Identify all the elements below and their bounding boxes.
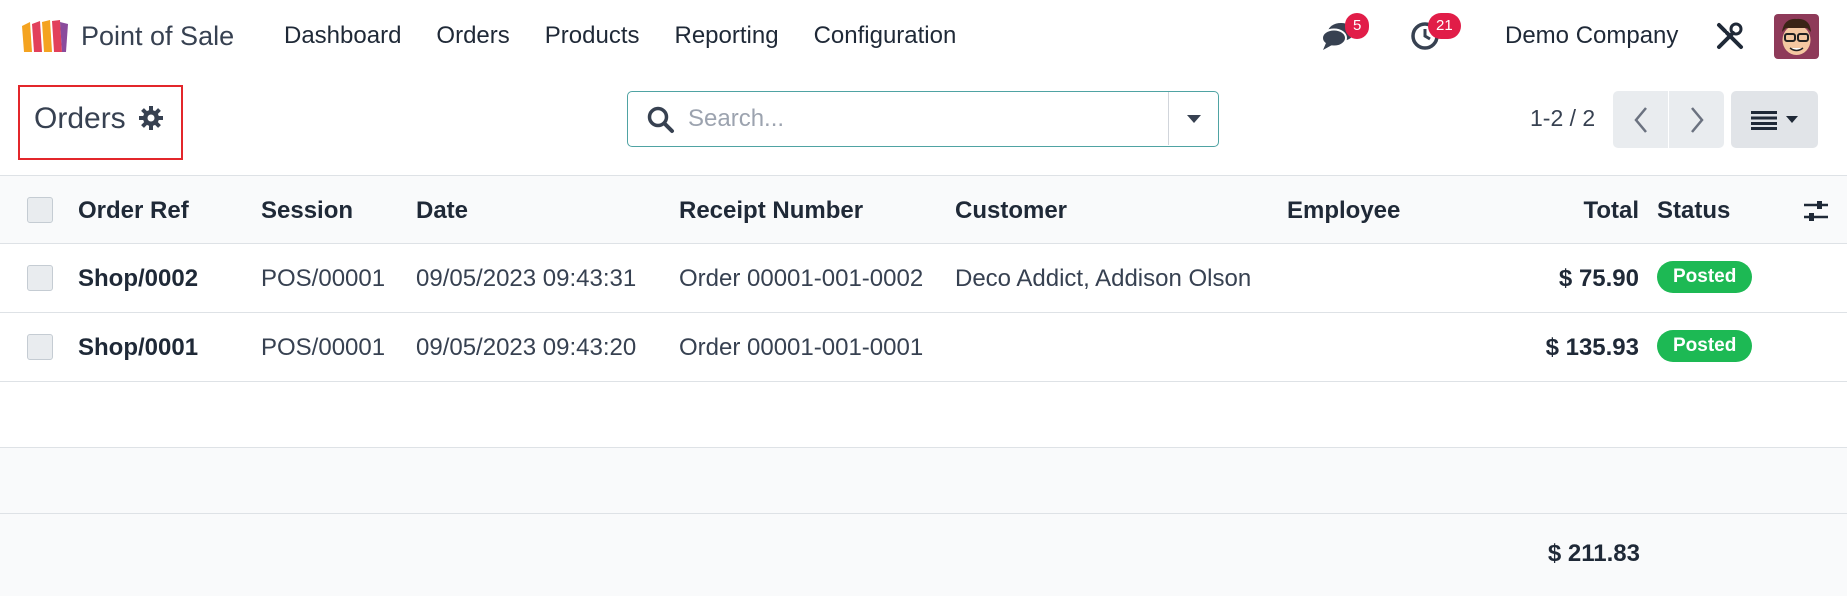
caret-down-icon bbox=[1785, 116, 1798, 123]
pager-previous-button[interactable] bbox=[1613, 91, 1668, 148]
cell-customer: Deco Addict, Addison Olson bbox=[955, 265, 1252, 292]
search-input[interactable] bbox=[688, 102, 1148, 136]
cell-total: $ 135.93 bbox=[1545, 334, 1639, 361]
main-menu: Dashboard Orders Products Reporting Conf… bbox=[284, 18, 991, 54]
menu-item-dashboard[interactable]: Dashboard bbox=[284, 18, 401, 54]
column-header-date[interactable]: Date bbox=[416, 196, 468, 226]
select-all-checkbox[interactable] bbox=[27, 197, 53, 223]
pager-value[interactable]: 1-2 / 2 bbox=[1530, 103, 1595, 133]
table-footer: $ 211.83 bbox=[0, 514, 1847, 596]
messages-badge: 5 bbox=[1345, 13, 1370, 39]
menu-item-reporting[interactable]: Reporting bbox=[675, 18, 779, 54]
column-header-receipt-number[interactable]: Receipt Number bbox=[679, 196, 863, 226]
table-row[interactable]: Shop/0001 POS/00001 09/05/2023 09:43:20 … bbox=[0, 313, 1847, 382]
list-view-icon bbox=[1750, 110, 1777, 130]
row-checkbox[interactable] bbox=[27, 265, 53, 291]
column-header-customer[interactable]: Customer bbox=[955, 196, 1067, 226]
cell-order-ref: Shop/0001 bbox=[78, 334, 199, 361]
gear-icon[interactable] bbox=[138, 105, 164, 131]
activities-badge: 21 bbox=[1428, 13, 1461, 39]
column-header-status[interactable]: Status bbox=[1657, 196, 1730, 226]
cell-date: 09/05/2023 09:43:20 bbox=[416, 334, 637, 361]
search-bar bbox=[627, 91, 1219, 147]
cell-order-ref: Shop/0002 bbox=[78, 265, 199, 292]
cell-session: POS/00001 bbox=[261, 265, 386, 292]
search-icon bbox=[647, 106, 674, 133]
avatar-icon bbox=[1774, 14, 1819, 59]
tools-icon bbox=[1717, 22, 1743, 49]
caret-down-icon bbox=[1186, 114, 1201, 123]
app-name[interactable]: Point of Sale bbox=[81, 18, 234, 54]
column-header-employee[interactable]: Employee bbox=[1287, 196, 1400, 226]
status-badge: Posted bbox=[1657, 261, 1753, 293]
grand-total: $ 211.83 bbox=[1547, 540, 1640, 567]
column-header-total[interactable]: Total bbox=[1583, 196, 1639, 226]
menu-item-configuration[interactable]: Configuration bbox=[814, 18, 957, 54]
column-header-session[interactable]: Session bbox=[261, 196, 353, 226]
view-switcher-button[interactable] bbox=[1731, 91, 1818, 148]
chevron-left-icon bbox=[1633, 106, 1647, 133]
optional-columns-icon[interactable] bbox=[1803, 198, 1829, 224]
cell-receipt-number: Order 00001-001-0002 bbox=[679, 265, 924, 292]
debug-tools-button[interactable] bbox=[1715, 18, 1745, 54]
menu-item-orders[interactable]: Orders bbox=[436, 18, 509, 54]
top-navbar: Point of Sale Dashboard Orders Products … bbox=[0, 0, 1847, 73]
cell-date: 09/05/2023 09:43:31 bbox=[416, 265, 637, 292]
status-badge: Posted bbox=[1657, 330, 1753, 362]
menu-item-products[interactable]: Products bbox=[545, 18, 640, 54]
empty-row bbox=[0, 382, 1847, 448]
cell-total: $ 75.90 bbox=[1558, 265, 1639, 292]
row-checkbox[interactable] bbox=[27, 334, 53, 360]
pager-next-button[interactable] bbox=[1669, 91, 1724, 148]
table-header: Order Ref Session Date Receipt Number Cu… bbox=[0, 175, 1847, 244]
column-header-order-ref[interactable]: Order Ref bbox=[78, 196, 189, 226]
empty-row bbox=[0, 448, 1847, 514]
user-avatar[interactable] bbox=[1774, 14, 1819, 59]
app-logo-icon[interactable] bbox=[20, 18, 70, 54]
cell-session: POS/00001 bbox=[261, 334, 386, 361]
cell-receipt-number: Order 00001-001-0001 bbox=[679, 334, 924, 361]
table-row[interactable]: Shop/0002 POS/00001 09/05/2023 09:43:31 … bbox=[0, 244, 1847, 313]
search-options-toggle[interactable] bbox=[1169, 92, 1218, 145]
page-title: Orders bbox=[34, 102, 126, 135]
chevron-right-icon bbox=[1690, 106, 1704, 133]
company-switcher[interactable]: Demo Company bbox=[1505, 18, 1678, 54]
